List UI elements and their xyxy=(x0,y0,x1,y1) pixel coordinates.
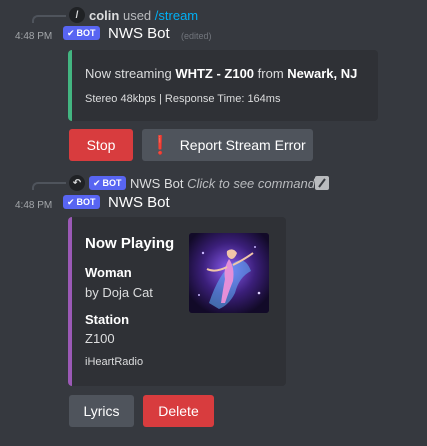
delete-button-label: Delete xyxy=(158,403,199,419)
embed-title: Now Playing xyxy=(85,235,175,252)
edited-label: (edited) xyxy=(181,31,212,41)
stream-station: WHTZ - Z100 xyxy=(175,66,255,81)
station-label: Station xyxy=(85,312,130,327)
report-button-label: Report Stream Error xyxy=(179,137,306,153)
avatar-glyph: / xyxy=(75,9,79,21)
stream-prefix: Now streaming xyxy=(85,66,176,81)
stream-location: Newark, NJ xyxy=(287,66,358,81)
delete-button[interactable]: Delete xyxy=(143,395,214,427)
song-artist: by Doja Cat xyxy=(85,285,153,300)
bot-badge: ✔ BOT xyxy=(63,26,100,40)
reply-command[interactable]: /stream xyxy=(155,8,198,23)
exclamation-icon: ❗ xyxy=(149,134,172,155)
reply-author[interactable]: NWS Bot xyxy=(130,176,183,191)
lyrics-button[interactable]: Lyrics xyxy=(69,395,134,427)
album-art-thumbnail[interactable] xyxy=(189,233,269,313)
reply-reference[interactable]: NWS Bot Click to see command xyxy=(130,176,315,191)
slash-command-icon xyxy=(315,176,329,190)
stream-details: Stereo 48kbps | Response Time: 164ms xyxy=(85,93,281,105)
reply-used-text: used xyxy=(122,8,152,23)
embed-accent-bar xyxy=(68,217,72,386)
verified-check-icon: ✔ xyxy=(67,28,75,38)
verified-check-icon: ✔ xyxy=(93,178,101,188)
stream-embed: Now streaming WHTZ - Z100 from Newark, N… xyxy=(68,50,378,121)
message-timestamp[interactable]: 4:48 PM xyxy=(15,200,52,211)
reply-connector xyxy=(32,182,66,190)
song-title: Woman xyxy=(85,265,132,280)
stream-description: Now streaming WHTZ - Z100 from Newark, N… xyxy=(85,66,357,81)
reply-hint[interactable]: Click to see command xyxy=(187,176,315,191)
verified-check-icon: ✔ xyxy=(67,197,75,207)
bot-badge: ✔ BOT xyxy=(63,195,100,209)
author-name[interactable]: NWS Bot xyxy=(108,194,170,211)
embed-footer: iHeartRadio xyxy=(85,356,144,368)
station-value: Z100 xyxy=(85,331,115,346)
user-avatar[interactable]: / xyxy=(69,7,85,23)
reply-username[interactable]: colin xyxy=(89,8,119,23)
reply-connector xyxy=(32,15,66,23)
message-timestamp[interactable]: 4:48 PM xyxy=(15,31,52,42)
report-stream-error-button[interactable]: ❗ Report Stream Error xyxy=(142,129,313,161)
bot-badge-label: BOT xyxy=(76,197,96,207)
reply-bot-badge: ✔ BOT xyxy=(89,176,126,190)
author-name[interactable]: NWS Bot xyxy=(108,25,170,42)
lyrics-button-label: Lyrics xyxy=(83,403,120,419)
now-playing-embed: Now Playing Woman by Doja Cat Station Z1… xyxy=(68,217,286,386)
stop-button-label: Stop xyxy=(86,137,116,153)
stream-mid: from xyxy=(254,66,288,81)
embed-accent-bar xyxy=(68,50,72,121)
reply-bot-badge-label: BOT xyxy=(102,178,122,188)
stop-button[interactable]: Stop xyxy=(69,129,133,161)
reply-reference[interactable]: colin used /stream xyxy=(89,8,198,23)
reply-icon[interactable]: ↶ xyxy=(69,175,85,191)
bot-badge-label: BOT xyxy=(76,28,96,38)
